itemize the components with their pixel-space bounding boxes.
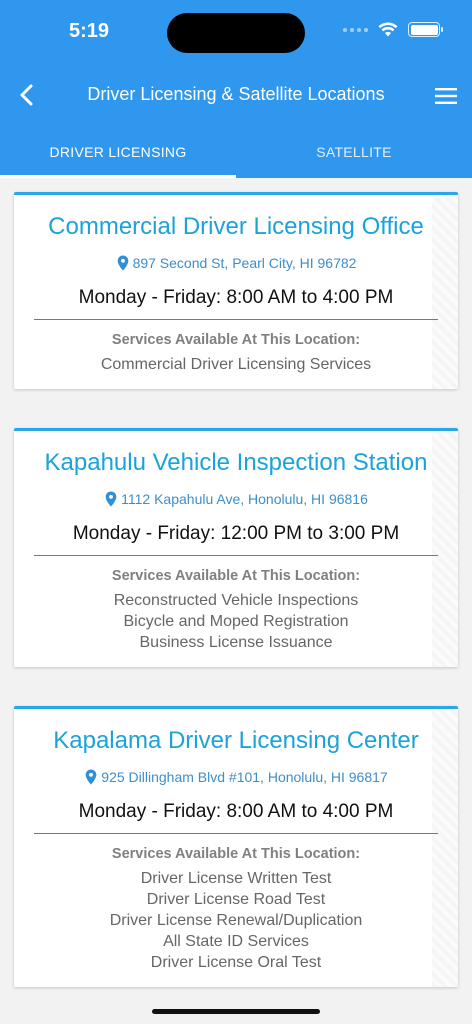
service-item: All State ID Services — [163, 933, 309, 950]
divider — [34, 833, 438, 834]
dynamic-island — [167, 13, 305, 53]
menu-button[interactable] — [434, 86, 458, 106]
address-text: 897 Second St, Pearl City, HI 96782 — [132, 255, 357, 271]
services-list: Commercial Driver Licensing Services — [14, 354, 458, 389]
map-pin-icon — [117, 255, 128, 271]
divider — [34, 319, 438, 320]
chevron-left-icon — [20, 84, 33, 106]
hamburger-menu-icon — [435, 88, 457, 104]
service-item: Commercial Driver Licensing Services — [100, 356, 372, 373]
service-item: Driver License Road Test — [146, 891, 326, 908]
wifi-icon — [378, 22, 398, 37]
service-item: Driver License Oral Test — [150, 954, 322, 971]
location-card[interactable]: Kapalama Driver Licensing Center 925 Dil… — [14, 706, 458, 987]
location-address[interactable]: 897 Second St, Pearl City, HI 96782 — [14, 255, 458, 271]
service-item: Driver License Renewal/Duplication — [109, 912, 363, 929]
location-hours: Monday - Friday: 8:00 AM to 4:00 PM — [78, 801, 394, 822]
location-list[interactable]: Commercial Driver Licensing Office 897 S… — [0, 178, 472, 1024]
address-text: 925 Dillingham Blvd #101, Honolulu, HI 9… — [101, 769, 388, 785]
map-pin-icon — [85, 769, 97, 785]
services-list: Driver License Written Test Driver Licen… — [14, 868, 458, 987]
services-heading: Services Available At This Location: — [111, 568, 361, 584]
service-item: Bicycle and Moped Registration — [123, 613, 349, 630]
home-indicator[interactable] — [152, 1009, 320, 1014]
tab-satellite[interactable]: SATELLITE — [236, 126, 472, 178]
address-text: 1112 Kapahulu Ave, Honolulu, HI 96816 — [121, 491, 368, 507]
battery-icon — [408, 22, 443, 37]
app-header: 5:19 Driver Licensing & Satellite Locati… — [0, 0, 472, 178]
location-card[interactable]: Kapahulu Vehicle Inspection Station 1112… — [14, 428, 458, 667]
page-title: Driver Licensing & Satellite Locations — [87, 84, 385, 104]
location-hours: Monday - Friday: 12:00 PM to 3:00 PM — [72, 523, 400, 544]
status-time: 5:19 — [69, 20, 110, 42]
nav-bar: Driver Licensing & Satellite Locations — [0, 64, 472, 126]
status-icons — [343, 22, 443, 37]
location-name: Commercial Driver Licensing Office — [48, 213, 424, 240]
location-hours: Monday - Friday: 8:00 AM to 4:00 PM — [78, 287, 394, 308]
back-button[interactable] — [14, 82, 38, 108]
services-heading: Services Available At This Location: — [111, 846, 361, 862]
location-name: Kapalama Driver Licensing Center — [53, 727, 419, 754]
services-heading: Services Available At This Location: — [111, 332, 361, 348]
service-item: Driver License Written Test — [140, 870, 332, 887]
location-address[interactable]: 1112 Kapahulu Ave, Honolulu, HI 96816 — [14, 491, 458, 507]
location-card[interactable]: Commercial Driver Licensing Office 897 S… — [14, 192, 458, 389]
tab-bar: DRIVER LICENSING SATELLITE — [0, 126, 472, 178]
divider — [34, 555, 438, 556]
signal-icon — [343, 27, 368, 32]
service-item: Reconstructed Vehicle Inspections — [113, 592, 359, 609]
location-address[interactable]: 925 Dillingham Blvd #101, Honolulu, HI 9… — [14, 769, 458, 785]
status-bar: 5:19 — [0, 0, 472, 64]
map-pin-icon — [105, 491, 117, 507]
services-list: Reconstructed Vehicle Inspections Bicycl… — [14, 590, 458, 667]
tab-driver-licensing[interactable]: DRIVER LICENSING — [0, 126, 236, 178]
location-name: Kapahulu Vehicle Inspection Station — [44, 449, 428, 476]
service-item: Business License Issuance — [139, 634, 333, 651]
